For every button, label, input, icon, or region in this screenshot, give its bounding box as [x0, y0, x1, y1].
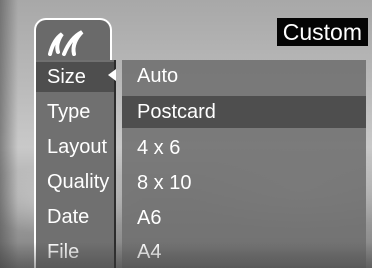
option-item-4x6[interactable]: 4 x 6: [122, 132, 366, 164]
handwriting-logo-icon: [48, 30, 84, 56]
background-vignette: [0, 0, 18, 268]
option-item-8x10[interactable]: 8 x 10: [122, 167, 366, 199]
option-item-postcard[interactable]: Postcard: [122, 96, 366, 128]
category-item-quality[interactable]: Quality: [36, 167, 114, 197]
category-item-type[interactable]: Type: [36, 97, 114, 127]
option-item-a6[interactable]: A6: [122, 202, 366, 234]
option-item-a4[interactable]: A4: [122, 236, 366, 268]
selection-arrow-icon: [108, 69, 116, 81]
mode-badge: Custom: [276, 18, 368, 46]
menu-logo-tab: [34, 18, 112, 60]
background-photo: Custom Size Type Layout Quality Date Fil…: [0, 0, 372, 268]
category-item-file[interactable]: File: [36, 237, 114, 267]
category-item-size[interactable]: Size: [36, 62, 114, 92]
option-item-auto[interactable]: Auto: [122, 60, 366, 92]
category-menu: Size Type Layout Quality Date File: [34, 60, 116, 268]
category-item-date[interactable]: Date: [36, 202, 114, 232]
category-item-layout[interactable]: Layout: [36, 132, 114, 162]
option-list: Auto Postcard 4 x 6 8 x 10 A6 A4: [122, 60, 366, 268]
